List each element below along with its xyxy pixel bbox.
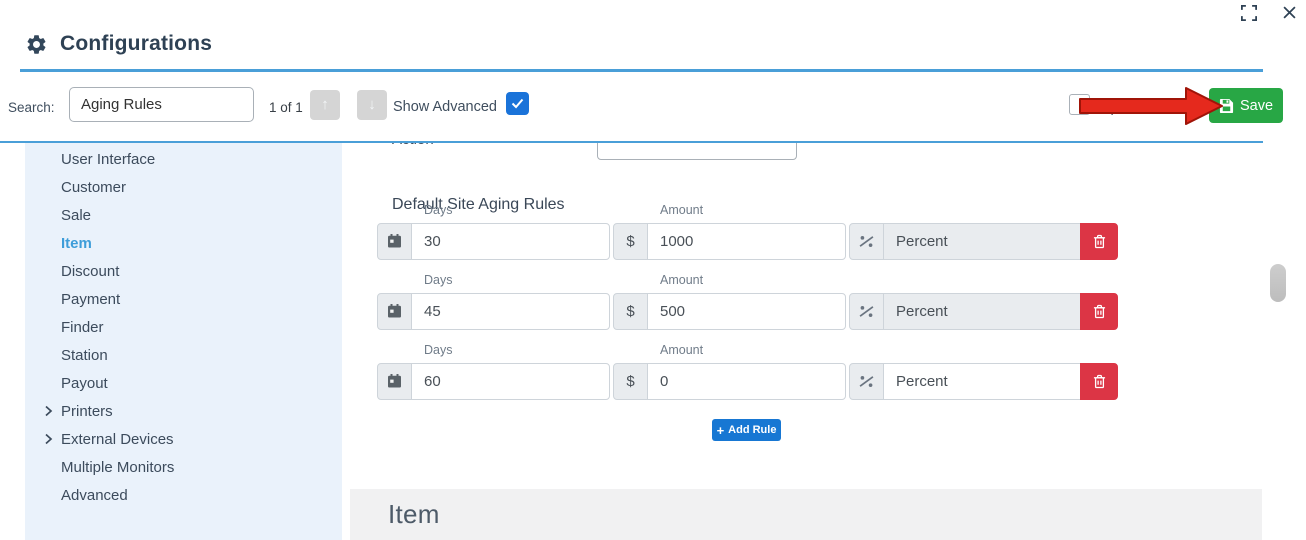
- amount-label: Amount: [660, 273, 703, 287]
- amount-input[interactable]: [647, 293, 846, 330]
- chevron-right-icon: [43, 405, 54, 417]
- trash-icon: [1093, 234, 1106, 249]
- unit-input[interactable]: [883, 223, 1081, 260]
- add-rule-button[interactable]: + Add Rule: [712, 419, 781, 441]
- delete-rule-button[interactable]: [1080, 293, 1118, 330]
- show-advanced-label: Show Advanced: [393, 99, 497, 115]
- calendar-icon: [377, 293, 412, 330]
- sidebar-item-label: Printers: [61, 403, 113, 420]
- amount-label: Amount: [660, 203, 703, 217]
- sidebar-item-label: External Devices: [61, 431, 174, 448]
- gear-icon: [25, 33, 48, 56]
- header-divider: [20, 69, 1263, 72]
- trash-icon: [1093, 374, 1106, 389]
- check-icon: [511, 98, 524, 109]
- dollar-sign-addon: $: [613, 223, 648, 260]
- page-title: Configurations: [60, 32, 212, 56]
- days-label: Days: [424, 343, 452, 357]
- percent-icon: [849, 363, 884, 400]
- days-label: Days: [424, 273, 452, 287]
- settings-sidebar: User Interface Customer Sale Item Discou…: [25, 143, 342, 540]
- sidebar-item-label: Customer: [61, 179, 126, 196]
- sidebar-item-advanced[interactable]: Advanced: [43, 485, 128, 505]
- sidebar-item-label: User Interface: [61, 151, 155, 168]
- sidebar-item-sale[interactable]: Sale: [43, 205, 91, 225]
- sidebar-item-external-devices[interactable]: External Devices: [43, 429, 174, 449]
- percent-icon: [849, 293, 884, 330]
- dollar-sign-addon: $: [613, 363, 648, 400]
- sidebar-item-label: Payout: [61, 375, 108, 392]
- search-result-count: 1 of 1: [269, 100, 303, 115]
- sidebar-item-label: Finder: [61, 319, 104, 336]
- sidebar-item-finder[interactable]: Finder: [43, 317, 104, 337]
- aging-rule-row: Days Amount $: [377, 343, 1118, 400]
- sidebar-item-item[interactable]: Item: [43, 233, 92, 253]
- sidebar-item-payment[interactable]: Payment: [43, 289, 120, 309]
- item-section-title: Item: [350, 489, 1262, 530]
- sidebar-item-discount[interactable]: Discount: [43, 261, 119, 281]
- update-devices-label: Update Devices: [1100, 100, 1202, 116]
- trash-icon: [1093, 304, 1106, 319]
- calendar-icon: [377, 363, 412, 400]
- item-section-header: Item: [350, 489, 1262, 540]
- sidebar-item-label: Item: [61, 235, 92, 252]
- show-advanced-checkbox[interactable]: [506, 92, 529, 115]
- vertical-scrollbar-thumb[interactable]: [1270, 264, 1286, 302]
- amount-input[interactable]: [647, 363, 846, 400]
- unit-input[interactable]: [883, 293, 1081, 330]
- unit-input[interactable]: [883, 363, 1081, 400]
- days-input[interactable]: [411, 363, 610, 400]
- days-label: Days: [424, 203, 452, 217]
- delete-rule-button[interactable]: [1080, 223, 1118, 260]
- days-input[interactable]: [411, 223, 610, 260]
- delete-rule-button[interactable]: [1080, 363, 1118, 400]
- save-label: Save: [1240, 98, 1273, 114]
- dollar-sign-addon: $: [613, 293, 648, 330]
- sidebar-item-customer[interactable]: Customer: [43, 177, 126, 197]
- sidebar-item-label: Station: [61, 347, 108, 364]
- percent-icon: [849, 223, 884, 260]
- search-input[interactable]: [69, 87, 254, 122]
- sidebar-item-label: Multiple Monitors: [61, 459, 174, 476]
- close-icon[interactable]: [1283, 6, 1296, 19]
- amount-label: Amount: [660, 343, 703, 357]
- sidebar-item-printers[interactable]: Printers: [43, 401, 113, 421]
- sidebar-item-label: Payment: [61, 291, 120, 308]
- sidebar-item-label: Sale: [61, 207, 91, 224]
- sidebar-item-multiple-monitors[interactable]: Multiple Monitors: [43, 457, 174, 477]
- search-next-button[interactable]: ↓: [357, 90, 387, 120]
- days-input[interactable]: [411, 293, 610, 330]
- configurations-window: Action Default Site Aging Rules Days Amo…: [0, 0, 1306, 540]
- toolbar-divider: [0, 141, 1263, 143]
- fullscreen-icon[interactable]: [1241, 5, 1257, 21]
- chevron-right-icon: [43, 433, 54, 445]
- sidebar-item-user-interface[interactable]: User Interface: [43, 149, 155, 169]
- calendar-icon: [377, 223, 412, 260]
- update-devices-checkbox[interactable]: [1069, 94, 1090, 115]
- sidebar-item-label: Discount: [61, 263, 119, 280]
- aging-rule-row: Days Amount $: [377, 273, 1118, 330]
- sidebar-item-station[interactable]: Station: [43, 345, 108, 365]
- sidebar-item-payout[interactable]: Payout: [43, 373, 108, 393]
- add-rule-label: Add Rule: [728, 424, 776, 436]
- save-icon: [1219, 98, 1234, 113]
- save-button[interactable]: Save: [1209, 88, 1283, 123]
- search-prev-button[interactable]: ↑: [310, 90, 340, 120]
- sidebar-item-label: Advanced: [61, 487, 128, 504]
- topbar: Configurations Search: 1 of 1 ↑ ↓ Show A…: [0, 0, 1306, 143]
- aging-rule-row: Days Amount $: [377, 203, 1118, 260]
- plus-icon: +: [717, 423, 725, 438]
- amount-input[interactable]: [647, 223, 846, 260]
- search-label: Search:: [8, 100, 55, 115]
